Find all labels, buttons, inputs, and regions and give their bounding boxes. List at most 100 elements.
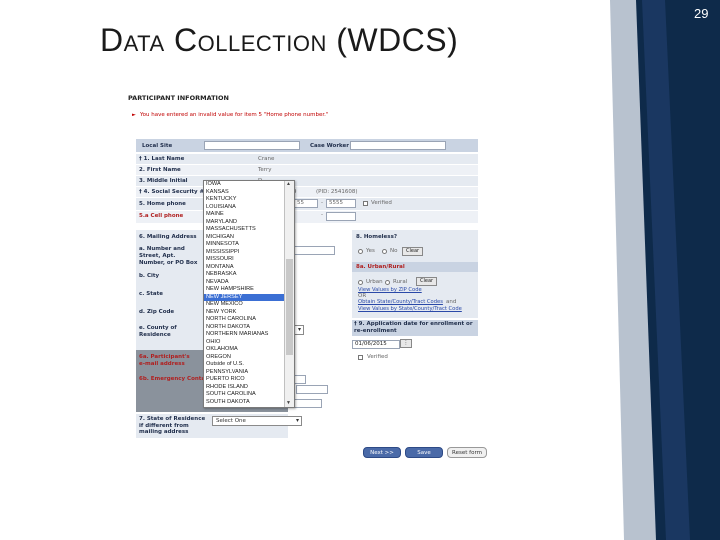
cell-phone-label: 5.a Cell phone <box>139 213 184 219</box>
state-label: c. State <box>139 291 163 297</box>
state-option[interactable]: NEW HAMPSHIRE <box>204 286 286 294</box>
local-site-input[interactable] <box>204 141 300 150</box>
state-option[interactable]: NORTHERN MARIANAS <box>204 331 286 339</box>
state-dropdown[interactable]: IOWA KANSAS KENTUCKY LOUISIANA MAINE MARYLAND… <box>203 180 295 408</box>
homeless-no-radio[interactable] <box>382 249 387 254</box>
app-date-verified-checkbox[interactable] <box>358 355 363 360</box>
mailing-address-label: 6. Mailing Address <box>139 234 197 240</box>
tract-codes-link[interactable]: Obtain State/County/Tract Codes <box>358 299 443 305</box>
emergency-input-2[interactable] <box>296 385 328 394</box>
state-residence-label: 7. State of Residence if different from … <box>139 416 206 435</box>
state-option[interactable]: NORTH CAROLINA <box>204 316 286 324</box>
page-number: 29 <box>694 6 709 21</box>
homeless-clear-button[interactable]: Clear <box>402 247 424 256</box>
error-message: You have entered an invalid value for it… <box>132 112 328 118</box>
state-option[interactable]: MISSOURI <box>204 256 286 264</box>
save-button[interactable]: Save <box>405 447 443 458</box>
app-date-label: † 9. Application date for enrollment or … <box>354 321 473 334</box>
state-option[interactable]: OREGON <box>204 354 286 362</box>
ssn-label: † 4. Social Security # <box>139 189 205 195</box>
rural-radio[interactable] <box>385 280 390 285</box>
state-residence-select[interactable]: Select One <box>212 416 302 426</box>
pid-text: (PID: 2541608) <box>316 189 358 195</box>
cell-phone-input[interactable] <box>326 212 356 221</box>
reset-form-button[interactable]: Reset form <box>447 447 487 458</box>
state-option[interactable]: MARYLAND <box>204 219 286 227</box>
urban-label: Urban <box>366 279 383 285</box>
urban-rural-clear-button[interactable]: Clear <box>416 277 438 286</box>
case-worker-label: Case Worker <box>310 143 349 149</box>
state-option[interactable]: NEW JERSEY <box>204 293 286 302</box>
app-date-verified-label: Verified <box>367 354 388 360</box>
section-header: PARTICIPANT INFORMATION <box>128 94 229 102</box>
home-phone-label: 5. Home phone <box>139 201 186 207</box>
state-option[interactable]: MASSACHUSETTS <box>204 226 286 234</box>
state-option[interactable]: MONTANA <box>204 264 286 272</box>
row-first-name <box>136 165 478 175</box>
state-option[interactable]: PUERTO RICO <box>204 376 286 384</box>
state-dropdown-list: IOWA KANSAS KENTUCKY LOUISIANA MAINE MARYLAND… <box>204 181 286 406</box>
home-phone-verified-checkbox[interactable] <box>363 201 368 206</box>
middle-initial-label: 3. Middle Initial <box>139 178 188 184</box>
home-phone-part3-value: 5555 <box>329 200 343 206</box>
state-option[interactable]: OKLAHOMA <box>204 346 286 354</box>
state-option[interactable]: RHODE ISLAND <box>204 384 286 392</box>
state-option[interactable]: SOUTH CAROLINA <box>204 391 286 399</box>
state-option[interactable]: KENTUCKY <box>204 196 286 204</box>
rural-label: Rural <box>393 279 408 285</box>
state-option[interactable]: NEBRASKA <box>204 271 286 279</box>
tract-values-link[interactable]: View Values by State/County/Tract Code <box>358 306 462 312</box>
last-name-label: † 1. Last Name <box>139 156 185 162</box>
zip-label: d. Zip Code <box>139 309 175 315</box>
state-option[interactable]: MISSISSIPPI <box>204 249 286 257</box>
cell-dash: - <box>321 212 323 218</box>
state-option[interactable]: Outside of U.S. <box>204 361 286 369</box>
row-last-name <box>136 154 478 164</box>
scroll-thumb[interactable] <box>286 259 293 355</box>
homeless-label: 8. Homeless? <box>356 234 398 240</box>
slide-title: Data Collection (WDCS) <box>100 22 459 58</box>
state-option[interactable]: KANSAS <box>204 189 286 197</box>
scroll-up-icon[interactable]: ▲ <box>286 181 291 187</box>
homeless-no-label: No <box>390 248 398 254</box>
emergency-label: 6b. Emergency Contact <box>139 376 212 382</box>
state-option[interactable]: MINNESOTA <box>204 241 286 249</box>
county-select[interactable] <box>294 325 304 335</box>
first-name-label: 2. First Name <box>139 167 181 173</box>
homeless-yes-radio[interactable] <box>358 249 363 254</box>
phone-dash: - <box>321 200 323 206</box>
state-option[interactable]: PENNSYLVANIA <box>204 369 286 377</box>
email-label: 6a. Participant's e-mail address <box>139 354 190 367</box>
state-option[interactable]: SOUTH DAKOTA <box>204 399 286 407</box>
emergency-input-1[interactable] <box>294 375 306 384</box>
participant-form: PARTICIPANT INFORMATION You have entered… <box>126 92 490 464</box>
dropdown-scrollbar[interactable]: ▲ ▼ <box>284 181 294 407</box>
calendar-button[interactable]: ⋮ <box>400 339 412 348</box>
scroll-down-icon[interactable]: ▼ <box>286 400 291 406</box>
app-date-value: 01/06/2015 <box>355 341 387 347</box>
state-option[interactable]: MAINE <box>204 211 286 219</box>
city-label: b. City <box>139 273 160 279</box>
state-option[interactable]: NORTH DAKOTA <box>204 324 286 332</box>
state-option[interactable]: OHIO <box>204 339 286 347</box>
first-name-value: Terry <box>258 167 272 173</box>
state-option[interactable]: LOUISIANA <box>204 204 286 212</box>
homeless-yes-label: Yes <box>366 248 375 254</box>
state-option[interactable]: MICHIGAN <box>204 234 286 242</box>
state-option[interactable]: NEVADA <box>204 279 286 287</box>
street-label: a. Number and Street, Apt. Number, or PO… <box>139 246 198 266</box>
next-button[interactable]: Next >> <box>363 447 401 458</box>
street-input[interactable] <box>291 246 335 255</box>
urban-rural-label: 8a. Urban/Rural <box>356 264 405 270</box>
state-option[interactable]: NEW YORK <box>204 309 286 317</box>
state-option[interactable]: NEW MEXICO <box>204 301 286 309</box>
emergency-input-3[interactable] <box>294 399 322 408</box>
state-option[interactable]: IOWA <box>204 181 286 189</box>
urban-radio[interactable] <box>358 280 363 285</box>
row-cell-phone <box>136 211 478 223</box>
zip-code-link[interactable]: View Values by ZIP Code <box>358 287 422 293</box>
local-site-label: Local Site <box>142 143 173 149</box>
case-worker-input[interactable] <box>350 141 446 150</box>
home-phone-part2-value: 55 <box>297 200 304 206</box>
county-label: e. County of Residence <box>139 325 177 338</box>
